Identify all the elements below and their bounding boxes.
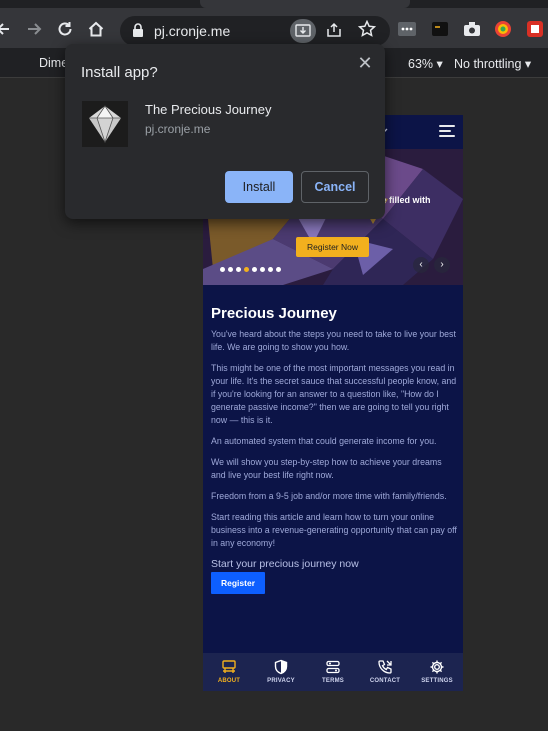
install-button[interactable]: Install xyxy=(225,171,293,203)
paragraph: An automated system that could generate … xyxy=(211,436,437,446)
throttling-dropdown[interactable]: No throttling ▾ xyxy=(454,56,531,71)
about-icon xyxy=(222,660,236,673)
paragraph: This might be one of the most important … xyxy=(211,363,457,425)
terminal-extension-icon[interactable] xyxy=(432,22,450,40)
paragraph: We will show you step-by-step how to ach… xyxy=(211,457,442,480)
app-url: pj.cronje.me xyxy=(145,122,211,136)
back-arrow-icon[interactable] xyxy=(0,17,16,41)
nav-about[interactable]: ABOUT xyxy=(203,659,255,684)
zoom-value: 63% xyxy=(408,57,434,71)
nav-label: SETTINGS xyxy=(421,678,453,684)
nav-label: CONTACT xyxy=(369,678,401,684)
puzzle-extension-icon[interactable] xyxy=(526,20,544,38)
camera-extension-icon[interactable] xyxy=(463,21,481,39)
zoom-dropdown[interactable]: 63% ▾ xyxy=(408,56,443,71)
nav-label: ABOUT xyxy=(217,678,241,684)
bottom-navigation: ABOUT PRIVACY TERMS CONTACT SETTINGS xyxy=(203,653,463,691)
carousel-prev-icon[interactable]: ‹ xyxy=(413,257,429,273)
carousel-dot[interactable] xyxy=(268,267,273,272)
register-now-button[interactable]: Register Now xyxy=(296,237,369,257)
install-app-icon[interactable] xyxy=(290,19,316,43)
nav-privacy[interactable]: PRIVACY xyxy=(255,659,307,684)
nav-label: PRIVACY xyxy=(267,678,295,684)
throttling-value: No throttling xyxy=(454,57,522,71)
extension-dots-icon[interactable] xyxy=(398,22,416,40)
hamburger-menu-icon[interactable] xyxy=(439,125,455,139)
paragraph: Start reading this article and learn how… xyxy=(211,512,457,548)
carousel-dot[interactable] xyxy=(276,267,281,272)
address-bar[interactable]: pj.cronje.me xyxy=(120,16,390,46)
nav-label: TERMS xyxy=(322,678,344,684)
app-name: The Precious Journey xyxy=(145,102,272,117)
carousel-dot[interactable] xyxy=(228,267,233,272)
article: Precious Journey You've heard about the … xyxy=(211,305,457,594)
install-app-dialog: Install app? ✕ The Precious Journey pj.c… xyxy=(65,44,385,219)
cta-text: Start your precious journey now xyxy=(211,558,359,570)
shield-icon xyxy=(274,659,288,675)
phone-icon xyxy=(378,660,392,674)
carousel-dot[interactable] xyxy=(252,267,257,272)
carousel-next-icon[interactable]: › xyxy=(434,257,450,273)
register-button[interactable]: Register xyxy=(211,572,265,594)
color-extension-icon[interactable] xyxy=(494,20,512,38)
paragraph: You've heard about the steps you need to… xyxy=(211,329,456,352)
app-logo xyxy=(82,101,128,147)
gear-icon xyxy=(430,660,444,674)
screen: pj.cronje.me Dime 63% ▾ No throttling ▾ … xyxy=(0,0,548,731)
forward-arrow-icon[interactable] xyxy=(22,17,46,41)
reload-icon[interactable] xyxy=(53,17,77,41)
tab-strip xyxy=(0,0,548,8)
nav-settings[interactable]: SETTINGS xyxy=(411,659,463,684)
dialog-title: Install app? xyxy=(81,64,158,81)
carousel-dot[interactable] xyxy=(220,267,225,272)
nav-contact[interactable]: CONTACT xyxy=(359,659,411,684)
dimensions-dropdown[interactable]: Dime xyxy=(39,56,68,70)
url-text: pj.cronje.me xyxy=(154,23,231,39)
page-title: Precious Journey xyxy=(211,305,337,322)
carousel-dot[interactable] xyxy=(260,267,265,272)
home-icon[interactable] xyxy=(84,17,108,41)
cancel-button[interactable]: Cancel xyxy=(301,171,369,203)
active-tab-edge xyxy=(200,0,410,8)
lock-icon[interactable] xyxy=(132,23,144,43)
terms-icon xyxy=(326,660,340,674)
paragraph: Freedom from a 9-5 job and/or more time … xyxy=(211,491,447,501)
nav-terms[interactable]: TERMS xyxy=(307,659,359,684)
star-icon[interactable] xyxy=(357,19,377,43)
carousel-dot[interactable] xyxy=(236,267,241,272)
share-icon[interactable] xyxy=(325,21,343,44)
carousel-dot[interactable] xyxy=(244,267,249,272)
close-icon[interactable]: ✕ xyxy=(355,54,375,74)
